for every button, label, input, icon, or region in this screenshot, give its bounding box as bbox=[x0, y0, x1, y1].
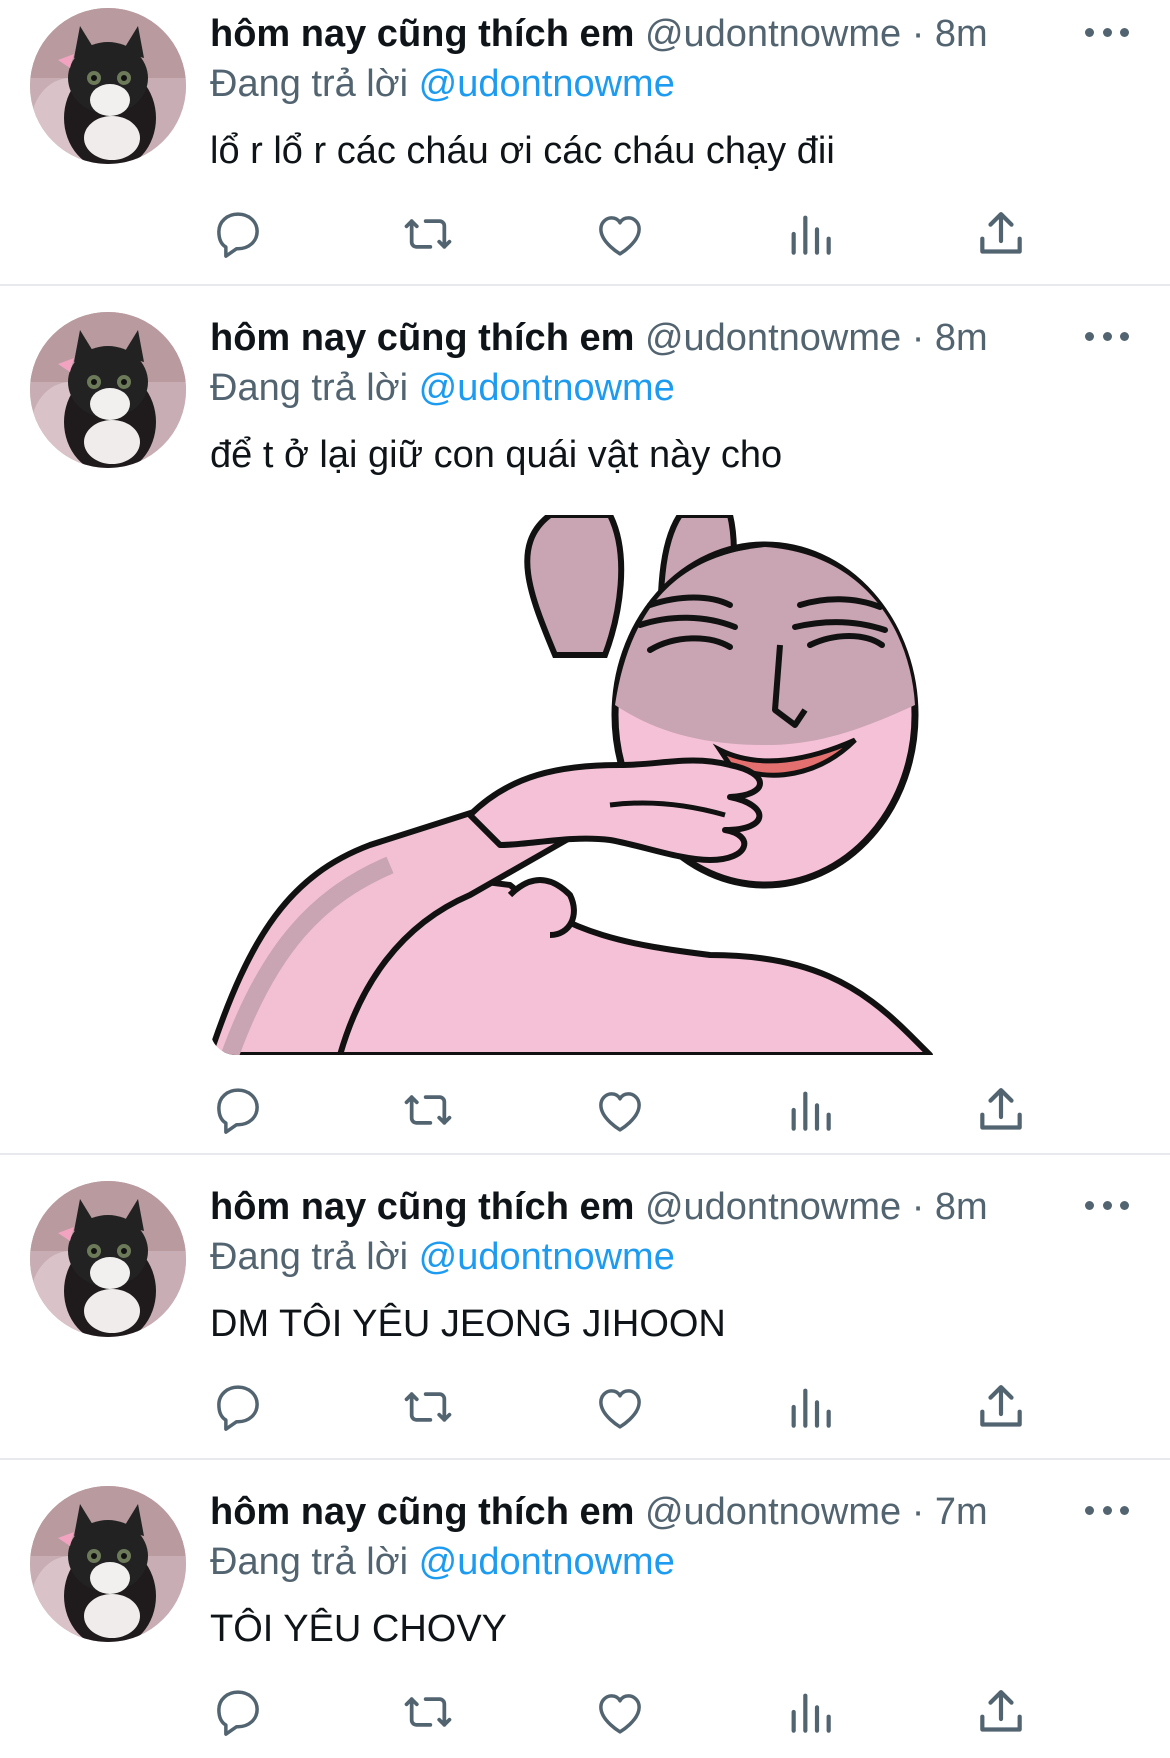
separator-dot: · bbox=[911, 1491, 925, 1533]
tweet-text: để t ở lại giữ con quái vật này cho bbox=[210, 434, 783, 476]
handle[interactable]: @udontnowme bbox=[645, 1491, 901, 1533]
handle[interactable]: @udontnowme bbox=[645, 317, 901, 359]
separator-dot: · bbox=[911, 317, 925, 359]
like-icon[interactable] bbox=[592, 1684, 648, 1740]
replying-prefix: Đang trả lời bbox=[210, 1541, 409, 1583]
tweet-media-sticker[interactable] bbox=[210, 515, 1020, 1055]
tweet-header: hôm nay cũng thích em @udontnowme · 8m bbox=[210, 1185, 988, 1229]
avatar[interactable] bbox=[30, 8, 186, 164]
replying-prefix: Đang trả lời bbox=[210, 1236, 409, 1278]
like-icon[interactable] bbox=[592, 1082, 648, 1138]
retweet-icon[interactable] bbox=[400, 1684, 456, 1740]
timestamp[interactable]: 7m bbox=[935, 1491, 988, 1533]
handle[interactable]: @udontnowme bbox=[645, 1186, 901, 1228]
tweet-header: hôm nay cũng thích em @udontnowme · 8m bbox=[210, 316, 988, 360]
retweet-icon[interactable] bbox=[400, 206, 456, 262]
display-name[interactable]: hôm nay cũng thích em bbox=[210, 317, 634, 359]
analytics-icon[interactable] bbox=[782, 1082, 838, 1138]
share-icon[interactable] bbox=[973, 206, 1029, 262]
share-icon[interactable] bbox=[973, 1379, 1029, 1435]
cat-avatar-image bbox=[30, 8, 186, 164]
tweet-actions bbox=[210, 1684, 1040, 1740]
tweet[interactable]: hôm nay cũng thích em @udontnowme · 8m Đ… bbox=[0, 286, 1170, 1152]
tweet[interactable]: hôm nay cũng thích em @udontnowme · 7m Đ… bbox=[0, 1460, 1170, 1758]
tweet[interactable]: hôm nay cũng thích em @udontnowme · 8m Đ… bbox=[0, 0, 1170, 285]
reply-icon[interactable] bbox=[210, 206, 266, 262]
tweet-text: lổ r lổ r các cháu ơi các cháu chạy đii bbox=[210, 130, 835, 172]
replying-to-link[interactable]: @udontnowme bbox=[419, 63, 675, 105]
replying-prefix: Đang trả lời bbox=[210, 367, 409, 409]
tweet-actions bbox=[210, 1379, 1040, 1435]
cat-avatar-image bbox=[30, 1486, 186, 1642]
tweet-text: DM TÔI YÊU JEONG JIHOON bbox=[210, 1303, 726, 1345]
timestamp[interactable]: 8m bbox=[935, 1186, 988, 1228]
replying-to: Đang trả lời @udontnowme bbox=[210, 366, 675, 410]
handle[interactable]: @udontnowme bbox=[645, 13, 901, 55]
more-options-icon[interactable] bbox=[1085, 22, 1129, 42]
analytics-icon[interactable] bbox=[782, 1379, 838, 1435]
avatar[interactable] bbox=[30, 1181, 186, 1337]
more-options-icon[interactable] bbox=[1085, 1500, 1129, 1520]
like-icon[interactable] bbox=[592, 206, 648, 262]
display-name[interactable]: hôm nay cũng thích em bbox=[210, 13, 634, 55]
timestamp[interactable]: 8m bbox=[935, 317, 988, 359]
display-name[interactable]: hôm nay cũng thích em bbox=[210, 1491, 634, 1533]
more-options-icon[interactable] bbox=[1085, 1195, 1129, 1215]
retweet-icon[interactable] bbox=[400, 1379, 456, 1435]
like-icon[interactable] bbox=[592, 1379, 648, 1435]
share-icon[interactable] bbox=[973, 1684, 1029, 1740]
tweet-actions bbox=[210, 206, 1040, 262]
tweet-actions bbox=[210, 1082, 1040, 1138]
replying-to-link[interactable]: @udontnowme bbox=[419, 1236, 675, 1278]
more-options-icon[interactable] bbox=[1085, 326, 1129, 346]
avatar[interactable] bbox=[30, 312, 186, 468]
display-name[interactable]: hôm nay cũng thích em bbox=[210, 1186, 634, 1228]
tweet-text: TÔI YÊU CHOVY bbox=[210, 1608, 508, 1650]
pink-bunny-sticker bbox=[210, 515, 933, 1055]
avatar[interactable] bbox=[30, 1486, 186, 1642]
replying-to: Đang trả lời @udontnowme bbox=[210, 1235, 675, 1279]
cat-avatar-image bbox=[30, 312, 186, 468]
replying-to-link[interactable]: @udontnowme bbox=[419, 367, 675, 409]
separator-dot: · bbox=[911, 1186, 925, 1228]
tweet-header: hôm nay cũng thích em @udontnowme · 8m bbox=[210, 12, 988, 56]
cat-avatar-image bbox=[30, 1181, 186, 1337]
separator-dot: · bbox=[911, 13, 925, 55]
tweet[interactable]: hôm nay cũng thích em @udontnowme · 8m Đ… bbox=[0, 1155, 1170, 1457]
replying-to: Đang trả lời @udontnowme bbox=[210, 1540, 675, 1584]
reply-icon[interactable] bbox=[210, 1684, 266, 1740]
replying-to-link[interactable]: @udontnowme bbox=[419, 1541, 675, 1583]
reply-icon[interactable] bbox=[210, 1379, 266, 1435]
tweet-header: hôm nay cũng thích em @udontnowme · 7m bbox=[210, 1490, 988, 1534]
replying-to: Đang trả lời @udontnowme bbox=[210, 62, 675, 106]
timestamp[interactable]: 8m bbox=[935, 13, 988, 55]
analytics-icon[interactable] bbox=[782, 1684, 838, 1740]
analytics-icon[interactable] bbox=[782, 206, 838, 262]
share-icon[interactable] bbox=[973, 1082, 1029, 1138]
reply-icon[interactable] bbox=[210, 1082, 266, 1138]
replying-prefix: Đang trả lời bbox=[210, 63, 409, 105]
retweet-icon[interactable] bbox=[400, 1082, 456, 1138]
